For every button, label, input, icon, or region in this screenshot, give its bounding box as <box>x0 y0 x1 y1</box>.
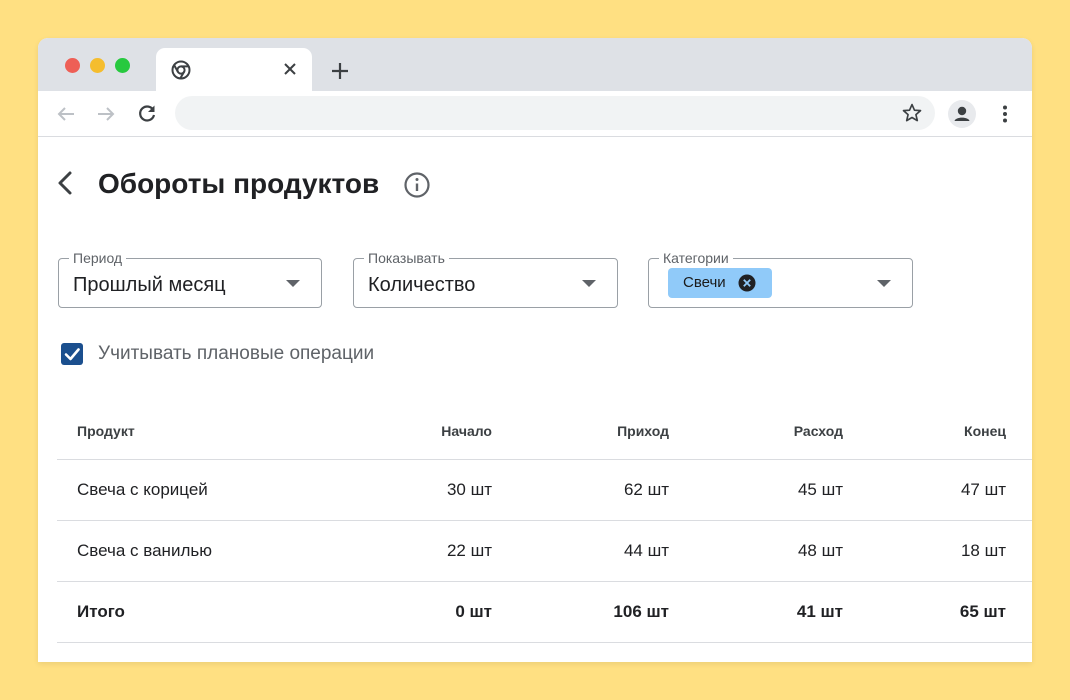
dropdown-arrow-icon <box>582 280 596 287</box>
check-icon <box>64 348 80 361</box>
column-header-end[interactable]: Конец <box>964 423 1006 439</box>
column-header-product[interactable]: Продукт <box>77 423 135 439</box>
income-cell: 62 шт <box>623 480 669 499</box>
start-cell: 30 шт <box>446 480 492 499</box>
info-icon[interactable] <box>403 171 431 199</box>
show-value: Количество <box>368 274 476 296</box>
end-cell: 18 шт <box>960 541 1006 560</box>
categories-select[interactable]: Категории Свечи <box>648 249 913 308</box>
chip-remove-icon[interactable] <box>738 274 756 292</box>
end-cell: 47 шт <box>960 480 1006 499</box>
dropdown-arrow-icon <box>286 280 300 287</box>
turnover-table: Продукт Начало Приход Расход Конец Свеча… <box>57 402 1032 643</box>
show-label: Показывать <box>364 249 449 267</box>
more-vert-icon[interactable] <box>993 102 1017 126</box>
plus-icon[interactable] <box>328 59 352 83</box>
column-header-income[interactable]: Приход <box>617 423 669 439</box>
category-chip[interactable]: Свечи <box>668 268 772 298</box>
chrome-icon <box>171 60 191 80</box>
expense-cell: 48 шт <box>797 541 843 560</box>
table-header: Продукт Начало Приход Расход Конец <box>57 402 1032 460</box>
product-cell: Свеча с корицей <box>77 480 208 499</box>
maximize-window-button[interactable] <box>115 58 130 73</box>
expense-cell: 45 шт <box>797 480 843 499</box>
minimize-window-button[interactable] <box>90 58 105 73</box>
table-row[interactable]: Свеча с корицей 30 шт 62 шт 45 шт 47 шт <box>57 460 1032 521</box>
chip-label: Свечи <box>683 274 726 291</box>
browser-window: Обороты продуктов Период Прошлый месяц П… <box>38 38 1032 662</box>
period-value: Прошлый месяц <box>73 274 226 296</box>
profile-avatar[interactable] <box>948 100 976 128</box>
column-header-start[interactable]: Начало <box>441 423 492 439</box>
reload-icon[interactable] <box>135 102 159 126</box>
forward-arrow-icon[interactable] <box>94 102 118 126</box>
total-income: 106 шт <box>613 602 669 621</box>
star-icon[interactable] <box>901 102 923 124</box>
income-cell: 44 шт <box>623 541 669 560</box>
browser-toolbar <box>38 91 1032 137</box>
total-start: 0 шт <box>455 602 492 621</box>
total-row: Итого 0 шт 106 шт 41 шт 65 шт <box>57 582 1032 643</box>
back-chevron-icon[interactable] <box>52 169 78 197</box>
close-icon[interactable] <box>280 59 300 79</box>
period-label: Период <box>69 249 127 267</box>
total-expense: 41 шт <box>796 602 843 621</box>
back-arrow-icon[interactable] <box>54 102 78 126</box>
period-select[interactable]: Период Прошлый месяц <box>58 249 322 308</box>
table-row[interactable]: Свеча с ванилью 22 шт 44 шт 48 шт 18 шт <box>57 521 1032 582</box>
total-end: 65 шт <box>959 602 1006 621</box>
browser-tab[interactable] <box>156 48 312 91</box>
close-window-button[interactable] <box>65 58 80 73</box>
start-cell: 22 шт <box>446 541 492 560</box>
planned-operations-checkbox[interactable] <box>61 343 83 365</box>
column-header-expense[interactable]: Расход <box>794 423 843 439</box>
dropdown-arrow-icon <box>877 280 891 287</box>
address-bar[interactable] <box>175 96 935 130</box>
planned-operations-label: Учитывать плановые операции <box>98 343 375 364</box>
categories-label: Категории <box>659 249 733 267</box>
tab-strip <box>38 38 1032 91</box>
product-cell: Свеча с ванилью <box>77 541 212 560</box>
page-title: Обороты продуктов <box>98 168 380 199</box>
person-icon <box>954 106 970 121</box>
total-label: Итого <box>77 602 125 621</box>
show-select[interactable]: Показывать Количество <box>353 249 618 308</box>
